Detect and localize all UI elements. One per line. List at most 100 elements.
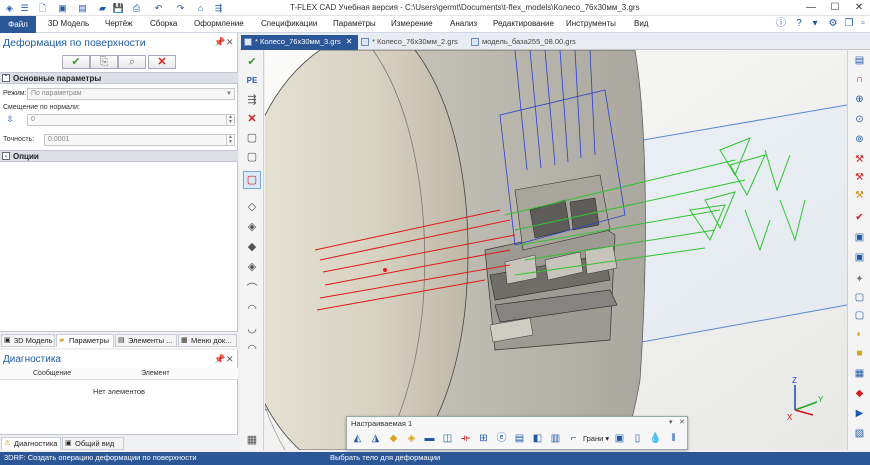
window-arrange-icon[interactable]: ❐ — [842, 17, 856, 31]
extrude-icon[interactable]: ◭ — [350, 431, 365, 447]
zoom-icon[interactable]: ⊕ — [851, 92, 868, 108]
menu-analysis[interactable]: Анализ — [450, 19, 477, 28]
pause-button[interactable]: ⌕ — [118, 55, 146, 69]
expand-icon[interactable]: ⌄ — [2, 152, 10, 160]
thread-icon[interactable]: ⓔ — [494, 431, 509, 447]
image-icon[interactable]: ▧ — [851, 426, 868, 442]
tab-3d-model[interactable]: ▣ 3D Модель — [1, 334, 55, 347]
tab-overview[interactable]: ▣ Общий вид — [62, 437, 124, 450]
window-icon[interactable]: ▤ — [851, 53, 868, 69]
boolean-icon[interactable]: ◫ — [440, 431, 455, 447]
ok-button[interactable]: ✔ — [62, 55, 90, 69]
face-select-2-icon[interactable]: ▢ — [243, 148, 261, 166]
section-3-icon[interactable]: ⚒ — [851, 188, 868, 204]
settings-icon[interactable]: ⚙ — [826, 17, 840, 31]
menu-drawing[interactable]: Чертёж — [105, 19, 133, 28]
camera-icon[interactable]: ▶ — [851, 406, 868, 422]
toolbar-close-icon[interactable]: ✕ — [679, 418, 685, 426]
curve-icon[interactable]: ⌒ — [243, 280, 261, 298]
zoom-all-icon[interactable]: ⊚ — [851, 132, 868, 148]
section-2-icon[interactable]: ⚒ — [851, 170, 868, 186]
new-file-icon[interactable]: 🗋 — [36, 2, 49, 14]
system-icon[interactable]: ⌂ — [194, 2, 207, 14]
render-icon[interactable]: ◐ — [851, 327, 868, 343]
view-cube-2-icon[interactable]: ▣ — [851, 250, 868, 266]
save-icon[interactable]: 💾 — [112, 2, 125, 14]
shade-icon[interactable]: ■ — [851, 346, 868, 362]
sweep-icon[interactable]: ◈ — [404, 431, 419, 447]
model-scene[interactable]: Z Y X — [265, 50, 847, 450]
body-select-icon[interactable]: ▢ — [243, 171, 261, 189]
spinner-icon[interactable]: ▲ ▼ — [226, 135, 234, 145]
menu-file[interactable]: Файл — [0, 16, 36, 33]
section-icon[interactable]: ⚒ — [851, 152, 868, 168]
spring-icon[interactable]: ⫴ — [666, 431, 681, 447]
zoom-window-icon[interactable]: ⊙ — [851, 112, 868, 128]
surface-icon[interactable]: ◠ — [243, 300, 261, 318]
cylinder-icon[interactable]: ▬ — [422, 431, 437, 447]
menu-specifications[interactable]: Спецификации — [261, 19, 317, 28]
minimize-icon[interactable]: — — [800, 1, 822, 15]
dropdown-icon[interactable]: ▾ — [808, 17, 822, 31]
precision-field[interactable]: 0.0001 ▲ ▼ — [44, 134, 235, 146]
tab-parameters[interactable]: ▰ Параметры — [56, 334, 114, 347]
panel-close-icon[interactable]: ✕ — [226, 354, 234, 365]
new-3d-icon[interactable]: ▣ — [56, 2, 69, 14]
spinner-icon[interactable]: ▲ ▼ — [226, 115, 234, 125]
mode-select[interactable]: По параметрам ▼ — [27, 88, 235, 100]
menu-3d-model[interactable]: 3D Модель — [48, 19, 89, 28]
layers-icon[interactable]: ▥ — [548, 431, 563, 447]
toolbar-options-icon[interactable]: ▾ — [669, 418, 673, 426]
shell-icon[interactable]: ▤ — [512, 431, 527, 447]
menu-icon[interactable]: ☰ — [18, 2, 31, 14]
surface-3-icon[interactable]: ◠ — [243, 340, 261, 358]
menu-design[interactable]: Оформление — [194, 19, 244, 28]
doc-tab[interactable]: * Колесо_76x30мм_2.grs — [358, 35, 464, 50]
col-message[interactable]: Сообщение — [33, 370, 71, 377]
offset-field[interactable]: 0 ▲ ▼ — [27, 114, 235, 126]
light-icon[interactable]: ✦ — [851, 272, 868, 288]
drop-icon[interactable]: 💧 — [648, 431, 663, 447]
panel-close-icon[interactable]: ✕ — [226, 37, 234, 48]
param-icon[interactable]: ⇶ — [212, 2, 225, 14]
faces-dropdown[interactable]: Грани ▾ — [583, 434, 609, 443]
edge-2-icon[interactable]: ◈ — [243, 218, 261, 236]
3d-viewport[interactable]: Z Y X — [265, 50, 847, 450]
close-tab-icon[interactable]: ✕ — [346, 37, 353, 46]
menu-edit[interactable]: Редактирование — [493, 19, 554, 28]
loft-icon[interactable]: ◆ — [386, 431, 401, 447]
display-icon[interactable]: ▦ — [851, 366, 868, 382]
section-options[interactable]: ⌄ Опции — [0, 150, 238, 162]
menu-view[interactable]: Вид — [634, 19, 648, 28]
view-cube-icon[interactable]: ▣ — [851, 230, 868, 246]
cancel-button[interactable]: ✕ — [148, 55, 176, 69]
preview-button[interactable]: ⎘ — [90, 55, 118, 69]
maximize-icon[interactable]: ☐ — [824, 1, 846, 15]
grid-icon[interactable]: ▦ — [243, 431, 261, 449]
section-main-params[interactable]: ⌃ Основные параметры — [0, 72, 238, 84]
tab-doc-menu[interactable]: ▦ Меню док... — [178, 334, 237, 347]
panel-toggle-icon[interactable]: ▫ — [856, 17, 870, 31]
offset-direction-icon[interactable]: ⇳ — [4, 114, 16, 126]
help-icon[interactable]: ⓘ — [774, 17, 788, 31]
cylinder-2-icon[interactable]: ▯ — [630, 431, 645, 447]
bend-icon[interactable]: ⌐ — [566, 431, 581, 447]
menu-parameters[interactable]: Параметры — [333, 19, 376, 28]
tab-diagnostics[interactable]: ⚠ Диагностика — [1, 437, 61, 450]
help-menu-icon[interactable]: ? — [792, 17, 806, 31]
open-folder-icon[interactable]: ▰ — [96, 2, 109, 14]
doc-tab[interactable]: модель_база255_08.00.grs — [468, 35, 582, 50]
vertex-icon[interactable]: ◆ — [243, 238, 261, 256]
menu-tools[interactable]: Инструменты — [566, 19, 616, 28]
pin-icon[interactable]: 📌 — [214, 37, 225, 48]
color-icon[interactable]: ◆ — [851, 386, 868, 402]
collapse-icon[interactable]: ⌃ — [2, 74, 10, 82]
print-icon[interactable]: ⎙ — [130, 2, 143, 14]
cancel-icon[interactable]: ✕ — [243, 110, 261, 128]
solid-icon[interactable]: ▣ — [612, 431, 627, 447]
revolve-icon[interactable]: ◮ — [368, 431, 383, 447]
check-list-icon[interactable]: ✔ — [851, 210, 868, 226]
view-front-icon[interactable]: ▢ — [851, 290, 868, 306]
redo-icon[interactable]: ↷ — [174, 2, 187, 14]
surface-2-icon[interactable]: ◡ — [243, 320, 261, 338]
